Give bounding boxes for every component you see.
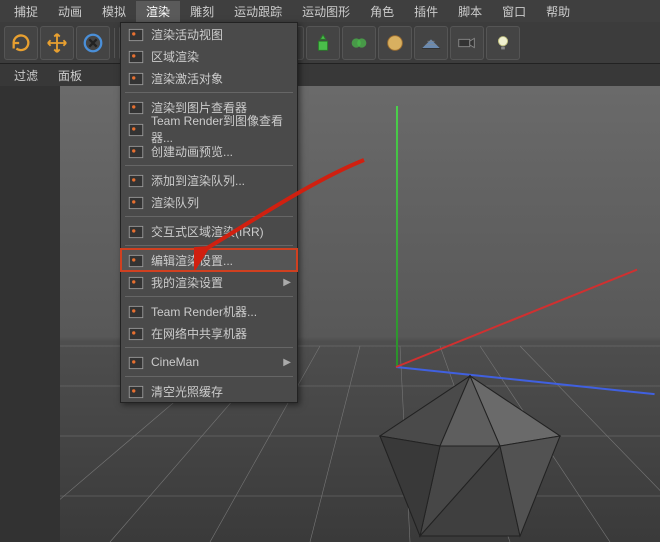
settings-icon	[127, 252, 145, 268]
menu-item-label: 创建动画预览...	[151, 143, 233, 160]
menu-separator	[125, 296, 293, 297]
render-menu-dropdown: 渲染活动视图区域渲染渲染激活对象渲染到图片查看器Team Render到图像查看…	[120, 22, 298, 403]
cineman-icon	[127, 354, 145, 370]
main-toolbar	[0, 22, 660, 64]
menu-item-label: 渲染激活对象	[151, 70, 223, 87]
menu-item-label: 添加到渲染队列...	[151, 172, 245, 189]
irr-icon	[127, 223, 145, 239]
menu-separator	[125, 92, 293, 93]
menu-item-16[interactable]: Team Render机器...	[121, 300, 297, 322]
menu-item-label: CineMan	[151, 355, 199, 369]
picture-viewer-icon	[127, 99, 145, 115]
menu-item-11[interactable]: 交互式区域渲染(IRR)	[121, 220, 297, 242]
axis-y	[396, 106, 398, 366]
menu-item-label: 在网络中共享机器	[151, 325, 247, 342]
camera-button[interactable]	[450, 26, 484, 60]
menu-item-0[interactable]: 渲染活动视图	[121, 23, 297, 45]
menu-capture[interactable]: 捕捉	[4, 1, 48, 22]
tab-filter[interactable]: 过滤	[4, 65, 48, 86]
x-tool-button[interactable]	[76, 26, 110, 60]
clear-cache-icon	[127, 383, 145, 399]
menu-simulate[interactable]: 模拟	[92, 1, 136, 22]
menu-separator	[125, 165, 293, 166]
menu-render[interactable]: 渲染	[136, 1, 180, 22]
render-icon	[127, 26, 145, 42]
menu-item-14[interactable]: 我的渲染设置 ▶	[121, 271, 297, 293]
queue-icon	[127, 194, 145, 210]
menu-item-6[interactable]: 创建动画预览...	[121, 140, 297, 162]
menu-plugins[interactable]: 插件	[404, 1, 448, 22]
floor-button[interactable]	[414, 26, 448, 60]
menu-separator	[125, 347, 293, 348]
submenu-arrow-icon: ▶	[283, 277, 291, 288]
queue-add-icon	[127, 172, 145, 188]
menu-item-label: 清空光照缓存	[151, 383, 223, 400]
deformer-button[interactable]	[342, 26, 376, 60]
menubar: 捕捉 动画 模拟 渲染 雕刻 运动跟踪 运动图形 角色 插件 脚本 窗口 帮助	[0, 0, 660, 22]
environment-button[interactable]	[378, 26, 412, 60]
undo-button[interactable]	[4, 26, 38, 60]
menu-motion-tracking[interactable]: 运动跟踪	[224, 1, 292, 22]
menu-separator	[125, 216, 293, 217]
move-button[interactable]	[40, 26, 74, 60]
menu-script[interactable]: 脚本	[448, 1, 492, 22]
menu-item-19[interactable]: CineMan ▶	[121, 351, 297, 373]
menu-item-1[interactable]: 区域渲染	[121, 45, 297, 67]
menu-item-9[interactable]: 渲染队列	[121, 191, 297, 213]
menu-item-label: 我的渲染设置	[151, 274, 223, 291]
menu-mograph[interactable]: 运动图形	[292, 1, 360, 22]
submenu-arrow-icon: ▶	[283, 357, 291, 368]
generator-button[interactable]	[306, 26, 340, 60]
menu-window[interactable]: 窗口	[492, 1, 536, 22]
machines-icon	[127, 303, 145, 319]
left-sidebar	[0, 86, 60, 542]
my-settings-icon	[127, 274, 145, 290]
light-button[interactable]	[486, 26, 520, 60]
panel-tabs: 过滤 面板	[0, 64, 660, 86]
render-obj-icon	[127, 70, 145, 86]
icosahedron-object[interactable]	[360, 366, 580, 542]
menu-item-21[interactable]: 清空光照缓存	[121, 380, 297, 402]
menu-item-label: 渲染队列	[151, 194, 199, 211]
share-icon	[127, 325, 145, 341]
menu-animation[interactable]: 动画	[48, 1, 92, 22]
team-render-icon	[127, 121, 145, 137]
menu-character[interactable]: 角色	[360, 1, 404, 22]
menu-item-5[interactable]: Team Render到图像查看器...	[121, 118, 297, 140]
menu-item-label: 渲染活动视图	[151, 26, 223, 43]
tab-panel[interactable]: 面板	[48, 65, 92, 86]
menu-item-label: 编辑渲染设置...	[151, 252, 233, 269]
region-icon	[127, 48, 145, 64]
menu-item-label: 区域渲染	[151, 48, 199, 65]
menu-separator	[125, 376, 293, 377]
menu-item-13[interactable]: 编辑渲染设置...	[121, 249, 297, 271]
anim-preview-icon	[127, 143, 145, 159]
menu-item-17[interactable]: 在网络中共享机器	[121, 322, 297, 344]
menu-item-label: Team Render机器...	[151, 303, 257, 320]
menu-item-label: 交互式区域渲染(IRR)	[151, 223, 264, 240]
menu-item-8[interactable]: 添加到渲染队列...	[121, 169, 297, 191]
menu-sculpt[interactable]: 雕刻	[180, 1, 224, 22]
menu-item-2[interactable]: 渲染激活对象	[121, 67, 297, 89]
menu-separator	[125, 245, 293, 246]
menu-help[interactable]: 帮助	[536, 1, 580, 22]
